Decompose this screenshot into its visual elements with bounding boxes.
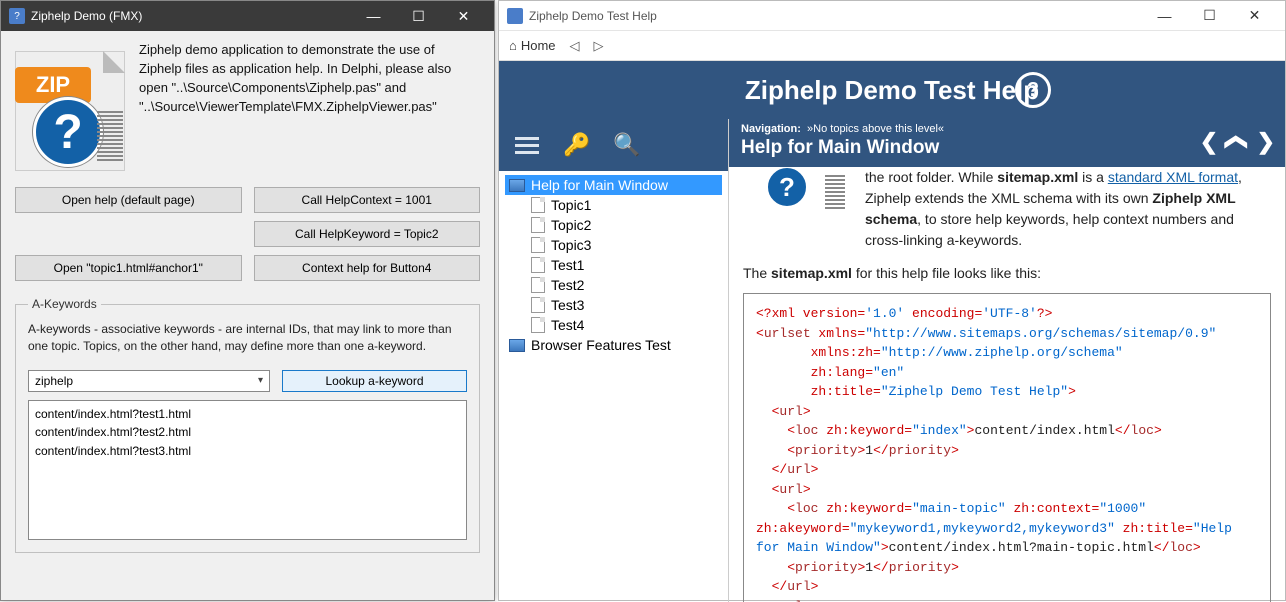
home-label: Home (521, 38, 556, 53)
ziphelp-logo: ZIP ? (15, 41, 125, 171)
open-anchor-button[interactable]: Open "topic1.html#anchor1" (15, 255, 242, 281)
maximize-button[interactable]: ☐ (1187, 2, 1232, 30)
a-keyword-value: ziphelp (35, 374, 73, 388)
nav-text: »No topics above this level« (807, 123, 944, 135)
page-icon (531, 317, 545, 333)
home-button[interactable]: ⌂ Home (509, 38, 556, 53)
sitemap-line: The sitemap.xml for this help file looks… (743, 265, 1271, 281)
app-icon: ? (9, 8, 25, 24)
tree-item-test3[interactable]: Test3 (527, 295, 722, 315)
a-keywords-group: A-Keywords A-keywords - associative keyw… (15, 297, 480, 553)
book-icon (509, 179, 525, 192)
app-window: ? Ziphelp Demo (FMX) — ☐ ✕ ZIP ? Ziphelp… (0, 0, 495, 601)
question-icon: ? (33, 97, 103, 167)
open-help-default-button[interactable]: Open help (default page) (15, 187, 242, 213)
tree-root-item[interactable]: Help for Main Window (505, 175, 722, 195)
close-button[interactable]: ✕ (1232, 2, 1277, 30)
home-icon: ⌂ (509, 38, 517, 53)
tree-item-browser-test[interactable]: Browser Features Test (505, 335, 722, 355)
search-icon[interactable]: 🔍 (613, 134, 641, 156)
content-navbar: Navigation: »No topics above this level«… (729, 119, 1285, 167)
mini-logo: ? (743, 167, 851, 213)
tree-item-test2[interactable]: Test2 (527, 275, 722, 295)
tree-item-test4[interactable]: Test4 (527, 315, 722, 335)
app-title: Ziphelp Demo (FMX) (31, 9, 351, 23)
nav-forward-icon[interactable]: ▷ (594, 38, 604, 54)
call-helpcontext-button[interactable]: Call HelpContext = 1001 (254, 187, 481, 213)
content-body[interactable]: ? the root folder. While sitemap.xml is … (729, 167, 1285, 602)
minimize-button[interactable]: — (1142, 2, 1187, 30)
a-keyword-results[interactable]: content/index.html?test1.html content/in… (28, 400, 467, 540)
next-topic-icon[interactable]: ❯ (1257, 129, 1275, 155)
lookup-a-keyword-button[interactable]: Lookup a-keyword (282, 370, 467, 392)
a-keywords-legend: A-Keywords (28, 297, 101, 311)
refresh-icon (1015, 72, 1051, 108)
page-icon (531, 197, 545, 213)
help-sidebar: 🔑 🔍 Help for Main Window Topic1 Topic2 T… (499, 119, 729, 602)
call-helpkeyword-button[interactable]: Call HelpKeyword = Topic2 (254, 221, 481, 247)
code-block: <?xml version='1.0' encoding='UTF-8'?> <… (743, 293, 1271, 602)
chevron-down-icon: ▾ (258, 375, 263, 386)
tree-root-label: Help for Main Window (531, 177, 668, 193)
book-icon (509, 339, 525, 352)
context-help-button4-button[interactable]: Context help for Button4 (254, 255, 481, 281)
help-title: Ziphelp Demo Test Help (529, 9, 1142, 23)
content-heading: Help for Main Window (741, 137, 1273, 159)
tree-item-topic3[interactable]: Topic3 (527, 235, 722, 255)
sidebar-toolbar: 🔑 🔍 (499, 119, 728, 171)
a-keyword-combo[interactable]: ziphelp ▾ (28, 370, 270, 392)
page-icon (531, 217, 545, 233)
banner-title: Ziphelp Demo Test Help (745, 75, 1039, 106)
close-button[interactable]: ✕ (441, 1, 486, 31)
page-icon (531, 297, 545, 313)
help-toolbar: ⌂ Home ◁ ▷ (499, 31, 1285, 61)
result-row[interactable]: content/index.html?test3.html (35, 442, 460, 461)
help-app-icon (507, 8, 523, 24)
page-icon (531, 257, 545, 273)
result-row[interactable]: content/index.html?test1.html (35, 405, 460, 424)
nav-label: Navigation: (741, 123, 801, 135)
standard-xml-link[interactable]: standard XML format (1108, 169, 1238, 185)
tree-item-topic1[interactable]: Topic1 (527, 195, 722, 215)
result-row[interactable]: content/index.html?test2.html (35, 423, 460, 442)
help-content: Navigation: »No topics above this level«… (729, 119, 1285, 602)
tree-item-test1[interactable]: Test1 (527, 255, 722, 275)
tree-item-topic2[interactable]: Topic2 (527, 215, 722, 235)
page-icon (531, 237, 545, 253)
maximize-button[interactable]: ☐ (396, 1, 441, 31)
app-titlebar[interactable]: ? Ziphelp Demo (FMX) — ☐ ✕ (1, 1, 494, 31)
intro-paragraph: the root folder. While sitemap.xml is a … (865, 167, 1271, 251)
zip-badge: ZIP (15, 67, 91, 103)
menu-icon[interactable] (513, 134, 541, 156)
page-icon (531, 277, 545, 293)
key-icon[interactable]: 🔑 (563, 134, 591, 156)
intro-text: Ziphelp demo application to demonstrate … (139, 41, 480, 171)
help-window: Ziphelp Demo Test Help — ☐ ✕ ⌂ Home ◁ ▷ … (498, 0, 1286, 601)
up-topic-icon[interactable]: ❮ (1224, 133, 1250, 151)
prev-topic-icon[interactable]: ❮ (1200, 129, 1218, 155)
a-keywords-desc: A-keywords - associative keywords - are … (28, 321, 467, 356)
nav-back-icon[interactable]: ◁ (570, 38, 580, 54)
minimize-button[interactable]: — (351, 1, 396, 31)
topic-tree[interactable]: Help for Main Window Topic1 Topic2 Topic… (499, 171, 728, 602)
help-banner: Ziphelp Demo Test Help (499, 61, 1285, 119)
help-titlebar[interactable]: Ziphelp Demo Test Help — ☐ ✕ (499, 1, 1285, 31)
